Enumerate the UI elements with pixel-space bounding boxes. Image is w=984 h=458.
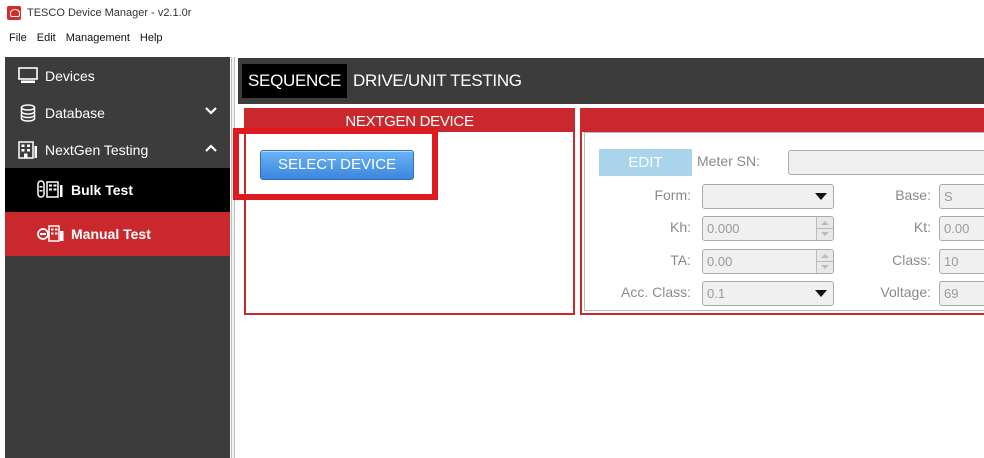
voltage-input[interactable]: 69 (939, 281, 984, 306)
database-icon (17, 103, 39, 122)
dropdown-arrow-icon (815, 193, 827, 200)
menu-help[interactable]: Help (135, 32, 168, 44)
sidebar-item-database[interactable]: Database (5, 94, 230, 131)
acc-class-dropdown[interactable]: 0.1 (702, 281, 834, 306)
sidebar-subitem-label: Bulk Test (71, 182, 133, 198)
sidebar-item-label: Devices (45, 67, 95, 84)
ta-value: 0.00 (707, 254, 733, 269)
kt-input[interactable]: 0.00 (939, 216, 984, 241)
monitor-icon (17, 67, 39, 85)
spinner-icon[interactable] (816, 217, 833, 240)
kh-label: Kh: (669, 219, 691, 235)
building-icon (17, 140, 39, 159)
menu-edit[interactable]: Edit (32, 32, 61, 44)
panel-header (582, 110, 984, 132)
tab-drive-unit-testing[interactable]: DRIVE/UNIT TESTING (347, 64, 528, 98)
sidebar-subitem-bulk-test[interactable]: Bulk Test (5, 168, 230, 212)
dropdown-arrow-icon (815, 290, 827, 297)
class-input[interactable]: 10 (939, 249, 984, 274)
acc-class-value: 0.1 (707, 286, 726, 301)
chevron-down-icon[interactable] (205, 104, 217, 118)
bulk-test-icon (37, 179, 67, 201)
chevron-up-icon[interactable] (205, 141, 217, 155)
class-label: Class: (892, 252, 931, 268)
base-label: Base: (895, 187, 931, 203)
sidebar-item-devices[interactable]: Devices (5, 57, 230, 94)
kh-value: 0.000 (707, 221, 740, 236)
voltage-label: Voltage: (880, 284, 931, 300)
spinner-icon[interactable] (816, 250, 833, 273)
tab-sequence[interactable]: SEQUENCE (242, 64, 348, 98)
form-dropdown[interactable] (702, 184, 834, 209)
menu-bar: File Edit Management Help (0, 28, 984, 48)
meter-details-panel: EDIT Meter SN: Form: Base: S Kh: 0.000 K… (580, 108, 984, 315)
ta-label: TA: (670, 252, 691, 268)
sidebar-item-label: Database (45, 104, 105, 121)
kt-label: Kt: (913, 219, 931, 235)
form-label: Form: (654, 187, 691, 203)
base-input[interactable]: S (939, 184, 984, 209)
window-title: TESCO Device Manager - v2.1.0r (27, 7, 192, 19)
meter-sn-input[interactable] (788, 150, 984, 175)
select-device-button[interactable]: SELECT DEVICE (260, 150, 414, 180)
manual-test-icon (37, 224, 67, 245)
meter-sn-label: Meter SN: (697, 153, 761, 169)
title-bar: TESCO Device Manager - v2.1.0r (0, 0, 984, 26)
tab-bar: SEQUENCE DRIVE/UNIT TESTING (238, 58, 984, 104)
sidebar-subitem-label: Manual Test (71, 226, 151, 242)
edit-button[interactable]: EDIT (599, 149, 692, 176)
nextgen-device-panel: NEXTGEN DEVICE SELECT DEVICE (244, 108, 575, 315)
menu-management[interactable]: Management (61, 32, 135, 44)
sidebar: Devices Database NextGen Testing Bulk Te… (5, 57, 230, 458)
sidebar-subitem-manual-test[interactable]: Manual Test (5, 212, 230, 256)
panel-splitter[interactable] (231, 57, 235, 458)
ta-stepper[interactable]: 0.00 (702, 249, 834, 274)
acc-class-label: Acc. Class: (620, 284, 691, 300)
panel-header: NEXTGEN DEVICE (246, 110, 573, 132)
app-logo-icon (7, 6, 21, 20)
sidebar-item-label: NextGen Testing (45, 141, 149, 158)
meter-form: EDIT Meter SN: Form: Base: S Kh: 0.000 K… (584, 132, 984, 311)
sidebar-item-nextgen-testing[interactable]: NextGen Testing (5, 131, 230, 168)
kh-stepper[interactable]: 0.000 (702, 216, 834, 241)
menu-file[interactable]: File (0, 32, 32, 44)
